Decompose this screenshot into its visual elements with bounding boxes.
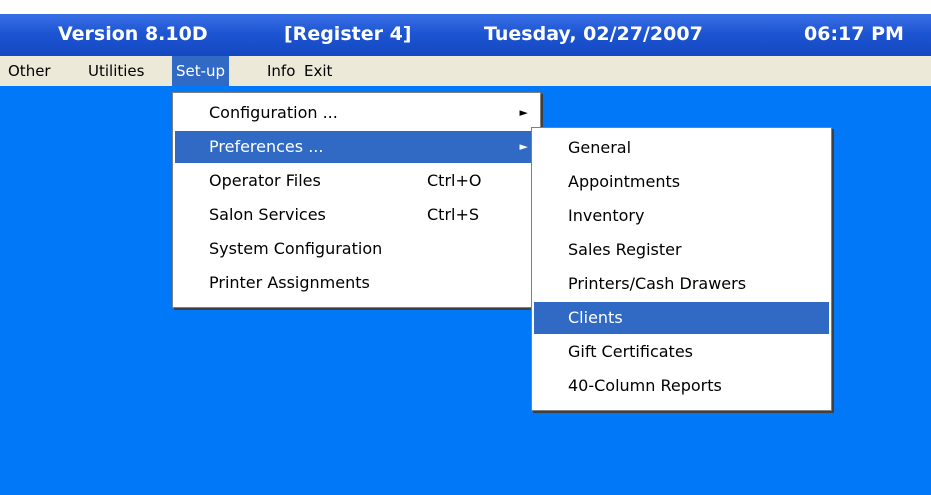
menu-other[interactable]: Other xyxy=(4,56,55,86)
time-label: 06:17 PM xyxy=(804,23,904,45)
menu-item-label: Operator Files xyxy=(209,171,321,190)
menu-item-configuration[interactable]: Configuration ... ► xyxy=(175,97,538,129)
menu-item-label: Inventory xyxy=(568,206,645,225)
submenu-item-gift-certificates[interactable]: Gift Certificates xyxy=(534,336,829,368)
menu-setup[interactable]: Set-up xyxy=(172,56,230,86)
menu-item-system-configuration[interactable]: System Configuration xyxy=(175,233,538,265)
menu-item-label: Appointments xyxy=(568,172,681,191)
menu-item-label: Printers/Cash Drawers xyxy=(568,274,747,293)
menu-item-salon-services[interactable]: Salon Services Ctrl+S xyxy=(175,199,538,231)
menu-item-shortcut: Ctrl+S xyxy=(427,205,480,224)
submenu-item-general[interactable]: General xyxy=(534,132,829,164)
submenu-arrow-icon: ► xyxy=(519,106,528,119)
setup-menu: Configuration ... ► Preferences ... ► Op… xyxy=(172,92,541,308)
submenu-item-clients[interactable]: Clients xyxy=(534,302,829,334)
menu-item-preferences[interactable]: Preferences ... ► xyxy=(175,131,538,163)
date-label: Tuesday, 02/27/2007 xyxy=(484,23,703,45)
menu-info[interactable]: Info xyxy=(263,56,299,86)
submenu-item-appointments[interactable]: Appointments xyxy=(534,166,829,198)
submenu-item-inventory[interactable]: Inventory xyxy=(534,200,829,232)
menu-exit[interactable]: Exit xyxy=(300,56,336,86)
submenu-arrow-icon: ► xyxy=(519,140,528,153)
menu-item-label: General xyxy=(568,138,632,157)
submenu-item-printers-cash-drawers[interactable]: Printers/Cash Drawers xyxy=(534,268,829,300)
title-bar: Version 8.10D [Register 4] Tuesday, 02/2… xyxy=(0,14,931,56)
menu-item-label: Preferences ... xyxy=(209,137,324,156)
menu-item-label: Salon Services xyxy=(209,205,326,224)
menu-item-label: Configuration ... xyxy=(209,103,338,122)
cropped-top-text xyxy=(0,0,931,14)
version-label: Version 8.10D xyxy=(58,23,208,45)
menu-item-label: Gift Certificates xyxy=(568,342,693,361)
menu-item-label: 40-Column Reports xyxy=(568,376,722,395)
preferences-submenu: General Appointments Inventory Sales Reg… xyxy=(531,127,832,411)
register-label: [Register 4] xyxy=(284,23,412,45)
menu-item-printer-assignments[interactable]: Printer Assignments xyxy=(175,267,538,299)
menu-item-operator-files[interactable]: Operator Files Ctrl+O xyxy=(175,165,538,197)
submenu-item-40-column-reports[interactable]: 40-Column Reports xyxy=(534,370,829,402)
menu-utilities[interactable]: Utilities xyxy=(84,56,148,86)
menu-item-label: System Configuration xyxy=(209,239,383,258)
submenu-item-sales-register[interactable]: Sales Register xyxy=(534,234,829,266)
menu-item-label: Clients xyxy=(568,308,623,327)
menu-item-label: Sales Register xyxy=(568,240,682,259)
menu-item-label: Printer Assignments xyxy=(209,273,370,292)
menu-bar: Other Utilities Set-up Info Exit xyxy=(0,56,931,86)
menu-item-shortcut: Ctrl+O xyxy=(427,171,482,190)
